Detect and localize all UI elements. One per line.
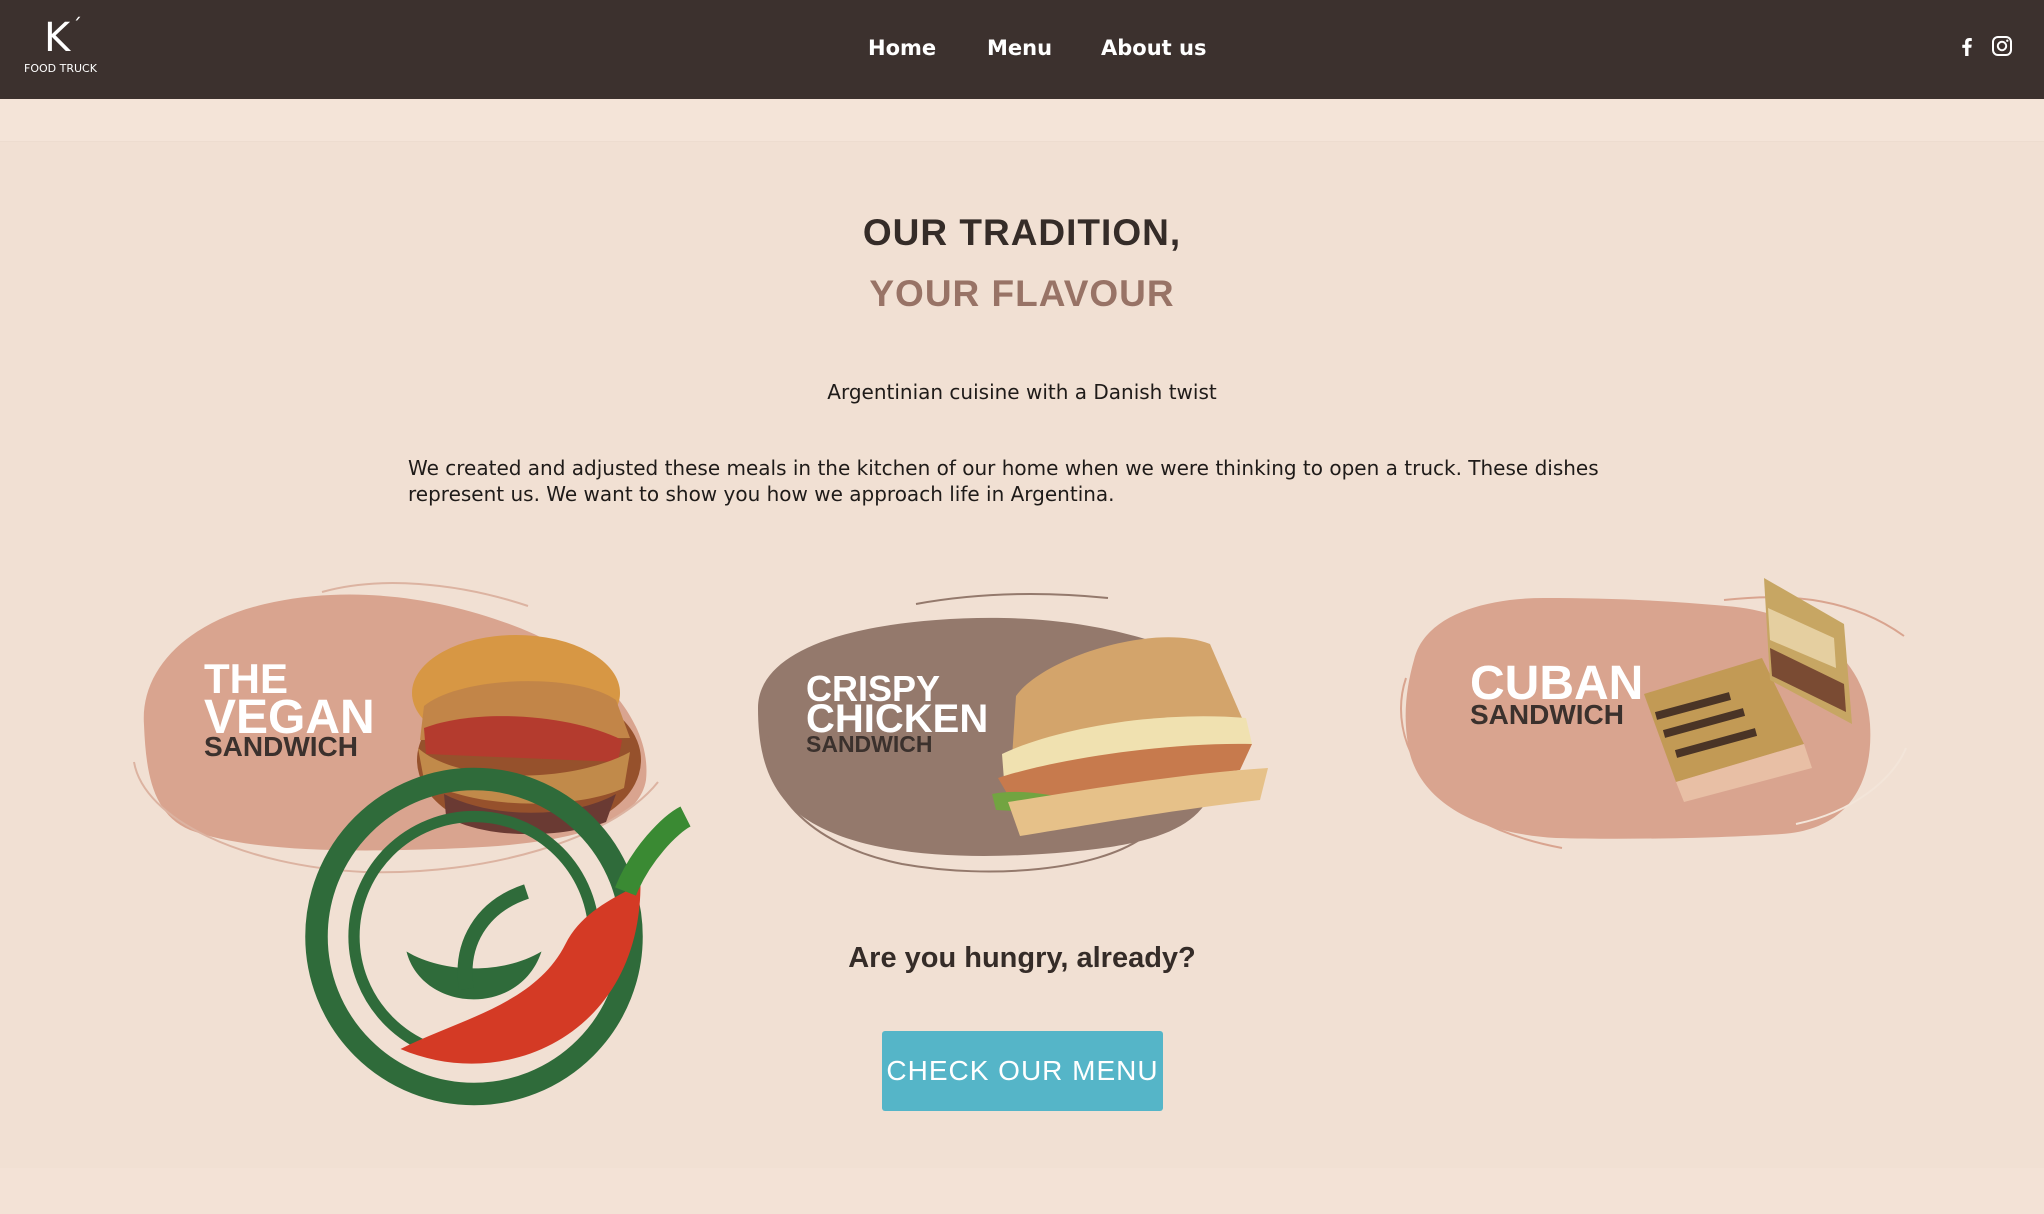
hero-intro-text: We created and adjusted these meals in t… (408, 456, 1599, 506)
instagram-icon[interactable] (1990, 34, 2014, 58)
nav-link-home[interactable]: Home (868, 36, 936, 60)
facebook-icon[interactable] (1955, 34, 1979, 58)
card-title-line: SANDWICH (806, 731, 933, 757)
card-crispy-chicken-sandwich[interactable]: CRISPY CHICKEN SANDWICH (752, 548, 1292, 893)
nav-links: Home Menu About us (0, 0, 2044, 99)
check-our-menu-button[interactable]: CHECK OUR MENU (882, 1031, 1163, 1111)
chili-icon (258, 764, 692, 1064)
hero-tagline: Argentinian cuisine with a Danish twist (827, 380, 1217, 404)
card-vegan-sandwich[interactable]: THE VEGAN SANDWICH (124, 548, 692, 1106)
nav-link-menu[interactable]: Menu (987, 36, 1052, 60)
hero-heading-line2: YOUR FLAVOUR (869, 273, 1175, 314)
top-navbar: K ´ FOOD TRUCK Home Menu About us (0, 0, 2044, 99)
card-blob (1400, 578, 1907, 849)
cta-heading: Are you hungry, already? (848, 942, 1196, 974)
footer-band (0, 1168, 2044, 1214)
card-cuban-sandwich[interactable]: CUBAN SANDWICH (1384, 548, 1924, 893)
header-band (0, 99, 2044, 142)
vegan-badge-icon (204, 764, 643, 1106)
hero-heading-line1: OUR TRADITION, (862, 212, 1182, 253)
nav-link-about-us[interactable]: About us (1101, 36, 1206, 60)
card-title-line: SANDWICH (204, 731, 358, 762)
card-title-line: SANDWICH (1470, 699, 1624, 730)
